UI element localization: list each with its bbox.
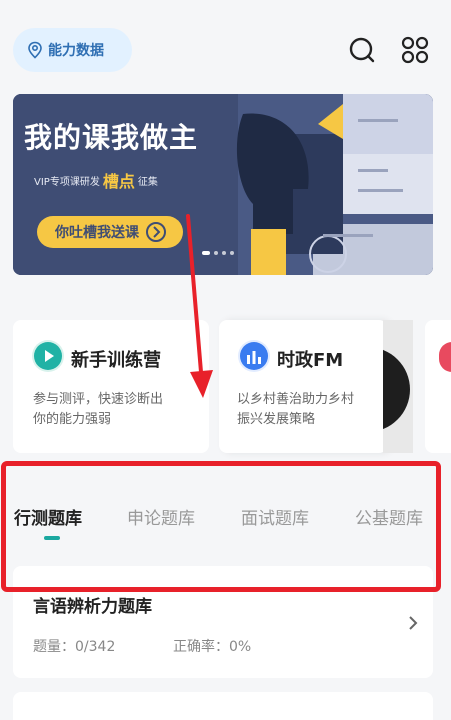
- chevron-right-icon: [409, 616, 418, 630]
- location-chip[interactable]: 能力数据: [13, 28, 132, 72]
- top-bar: 能力数据: [0, 0, 451, 82]
- item-count: 题量：0/342: [33, 639, 116, 655]
- pager-dot: [230, 251, 234, 255]
- audio-bars-icon: [238, 340, 270, 372]
- card-desc-line: 振兴发展策略: [237, 412, 316, 427]
- pager-dot: [202, 251, 210, 255]
- banner-pager: [202, 251, 234, 255]
- play-icon: [32, 340, 64, 372]
- banner-sub-hot: 槽点: [102, 172, 135, 191]
- menu-button[interactable]: [399, 34, 431, 66]
- list-item[interactable]: [13, 692, 433, 720]
- card-description: 参与测评，快速诊断出 你的能力强弱: [33, 390, 163, 430]
- search-icon: [349, 37, 375, 63]
- location-pin-icon: [28, 41, 42, 59]
- tab-gongji[interactable]: 公基题库: [355, 504, 423, 529]
- question-bank-tabs: 行测题库 申论题库 面试题库 公基题库: [0, 472, 451, 562]
- banner-title: 我的课我做主: [24, 121, 199, 154]
- card-desc-line: 参与测评，快速诊断出: [33, 392, 164, 407]
- banner-sub-suffix: 征集: [137, 176, 158, 188]
- card-desc-line: 以乡村善治助力乡村: [237, 392, 355, 407]
- banner-cta-label: 你吐槽我送课: [55, 225, 139, 241]
- tab-shenlun[interactable]: 申论题库: [127, 504, 195, 529]
- search-button[interactable]: [346, 34, 378, 66]
- tab-interview[interactable]: 面试题库: [241, 504, 309, 529]
- banner-subtitle: VIP专项课研发 槽点 征集: [34, 168, 158, 192]
- card-current-affairs-fm[interactable]: 时政FM 以乡村善治助力乡村 振兴发展策略: [219, 320, 387, 453]
- item-accuracy: 正确率：0%: [173, 639, 252, 655]
- arrow-circle-icon: [146, 222, 166, 242]
- card-title: 新手训练营: [71, 350, 161, 371]
- active-tab-indicator: [44, 536, 60, 540]
- card-partial[interactable]: [425, 320, 451, 453]
- banner-cta-button[interactable]: 你吐槽我送课: [37, 216, 183, 248]
- location-chip-label: 能力数据: [48, 43, 104, 59]
- grid-icon: [401, 36, 429, 64]
- card-title: 时政FM: [277, 350, 344, 371]
- card-desc-line: 你的能力强弱: [33, 412, 112, 427]
- card-newbie-camp[interactable]: 新手训练营 参与测评，快速诊断出 你的能力强弱: [13, 320, 209, 453]
- pager-dot: [214, 251, 218, 255]
- banner-sub-prefix: VIP专项课研发: [34, 176, 100, 188]
- fm-record-decoration: [383, 320, 413, 453]
- tab-xingce[interactable]: 行测题库: [14, 504, 82, 529]
- item-title: 言语辨析力题库: [33, 597, 152, 617]
- list-item[interactable]: 言语辨析力题库 题量：0/342 正确率：0%: [13, 566, 433, 678]
- pager-dot: [222, 251, 226, 255]
- card-description: 以乡村善治助力乡村 振兴发展策略: [237, 390, 354, 430]
